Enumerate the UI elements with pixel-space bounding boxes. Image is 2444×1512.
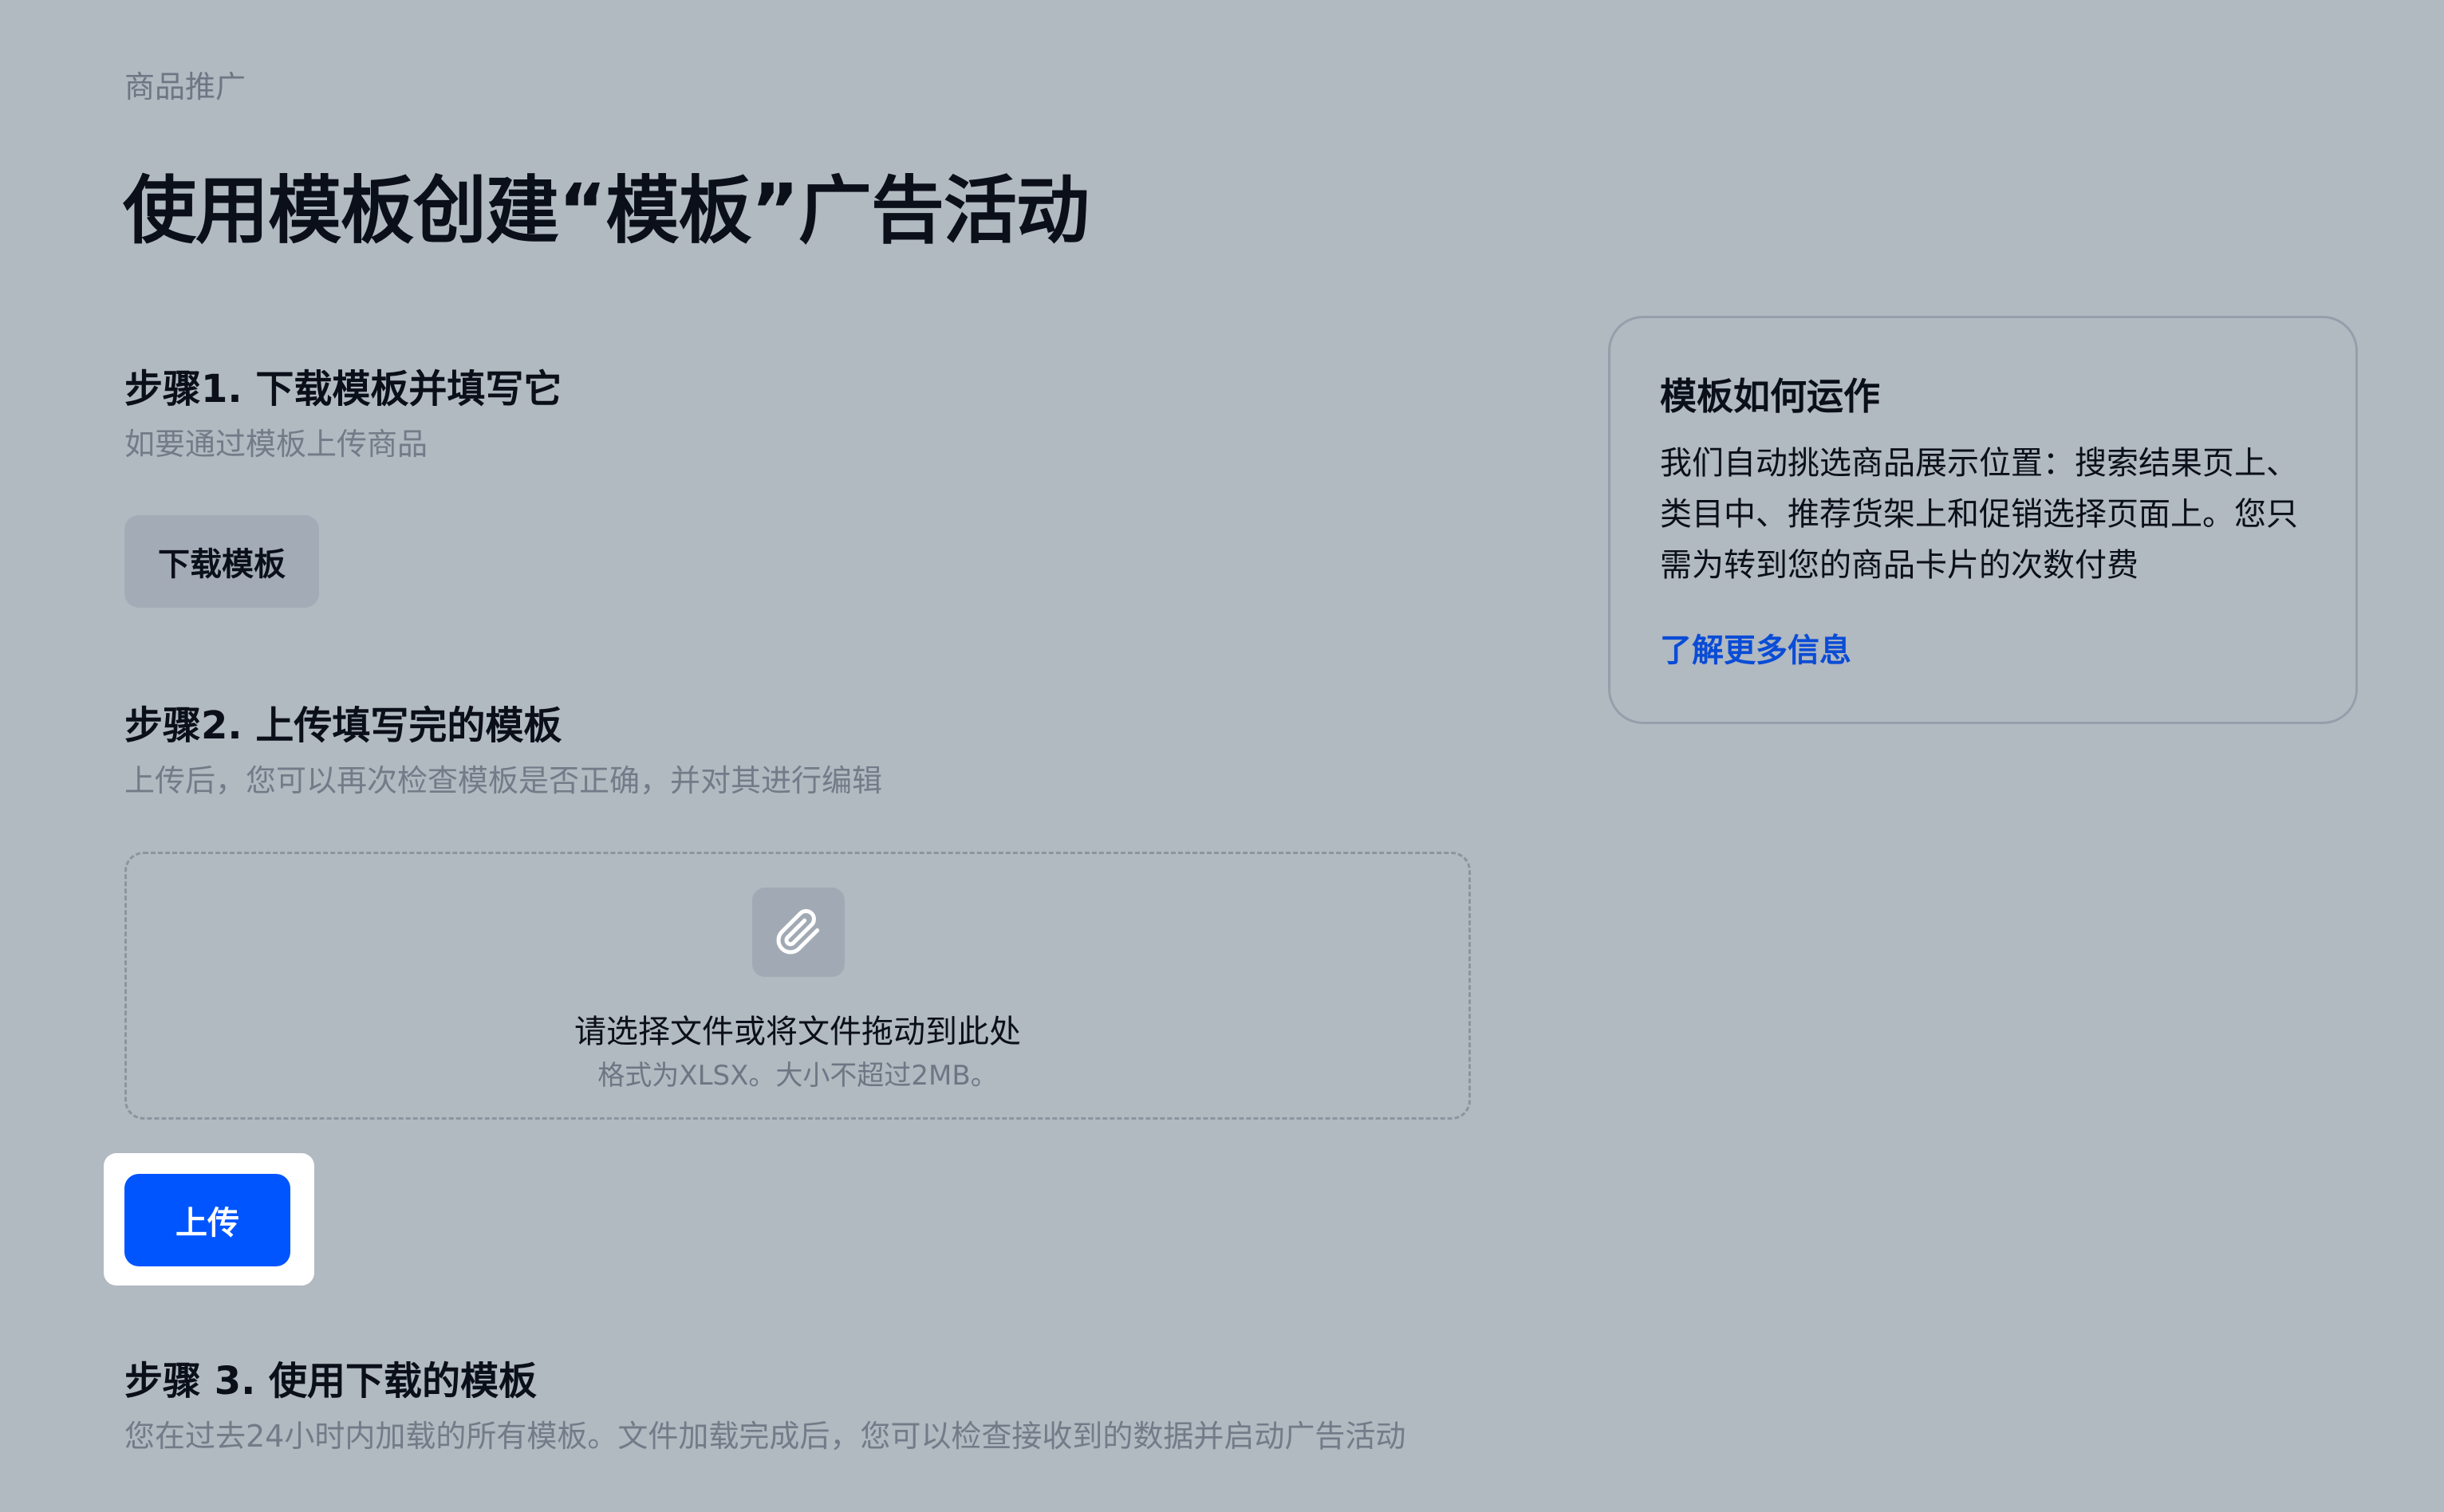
step2-title: 步骤2. 上传填写完的模板 <box>124 703 562 748</box>
learn-more-link[interactable]: 了解更多信息 <box>1660 624 1851 671</box>
upload-button-highlight: 上传 <box>104 1153 314 1286</box>
info-card-body: 我们自动挑选商品展示位置：搜索结果页上、类目中、推荐货架上和促销选择页面上。您只… <box>1660 445 2298 584</box>
step2-subtitle: 上传后，您可以再次检查模板是否正确，并对其进行编辑 <box>124 763 883 798</box>
file-dropzone[interactable]: 请选择文件或将文件拖动到此处 格式为XLSX。大小不超过2MB。 <box>124 852 1471 1120</box>
paperclip-icon[interactable] <box>752 888 845 977</box>
dropzone-text: 请选择文件或将文件拖动到此处 <box>574 1014 1021 1050</box>
page-title: 使用模板创建“模板”广告活动 <box>123 168 1090 254</box>
info-card: 模板如何运作 我们自动挑选商品展示位置：搜索结果页上、类目中、推荐货架上和促销选… <box>1608 316 2358 724</box>
upload-button[interactable]: 上传 <box>124 1174 290 1266</box>
step3-title: 步骤 3. 使用下载的模板 <box>124 1359 538 1404</box>
step3-subtitle: 您在过去24小时内加载的所有模板。文件加载完成后，您可以检查接收到的数据并启动广… <box>124 1419 1406 1454</box>
dropzone-hint: 格式为XLSX。大小不超过2MB。 <box>597 1060 998 1092</box>
breadcrumb[interactable]: 商品推广 <box>124 62 246 106</box>
step1-title: 步骤1. 下载模板并填写它 <box>124 367 562 411</box>
download-template-button[interactable]: 下载模板 <box>124 515 319 608</box>
info-card-title: 模板如何运作 <box>1660 375 1880 418</box>
step1-subtitle: 如要通过模板上传商品 <box>124 427 428 462</box>
